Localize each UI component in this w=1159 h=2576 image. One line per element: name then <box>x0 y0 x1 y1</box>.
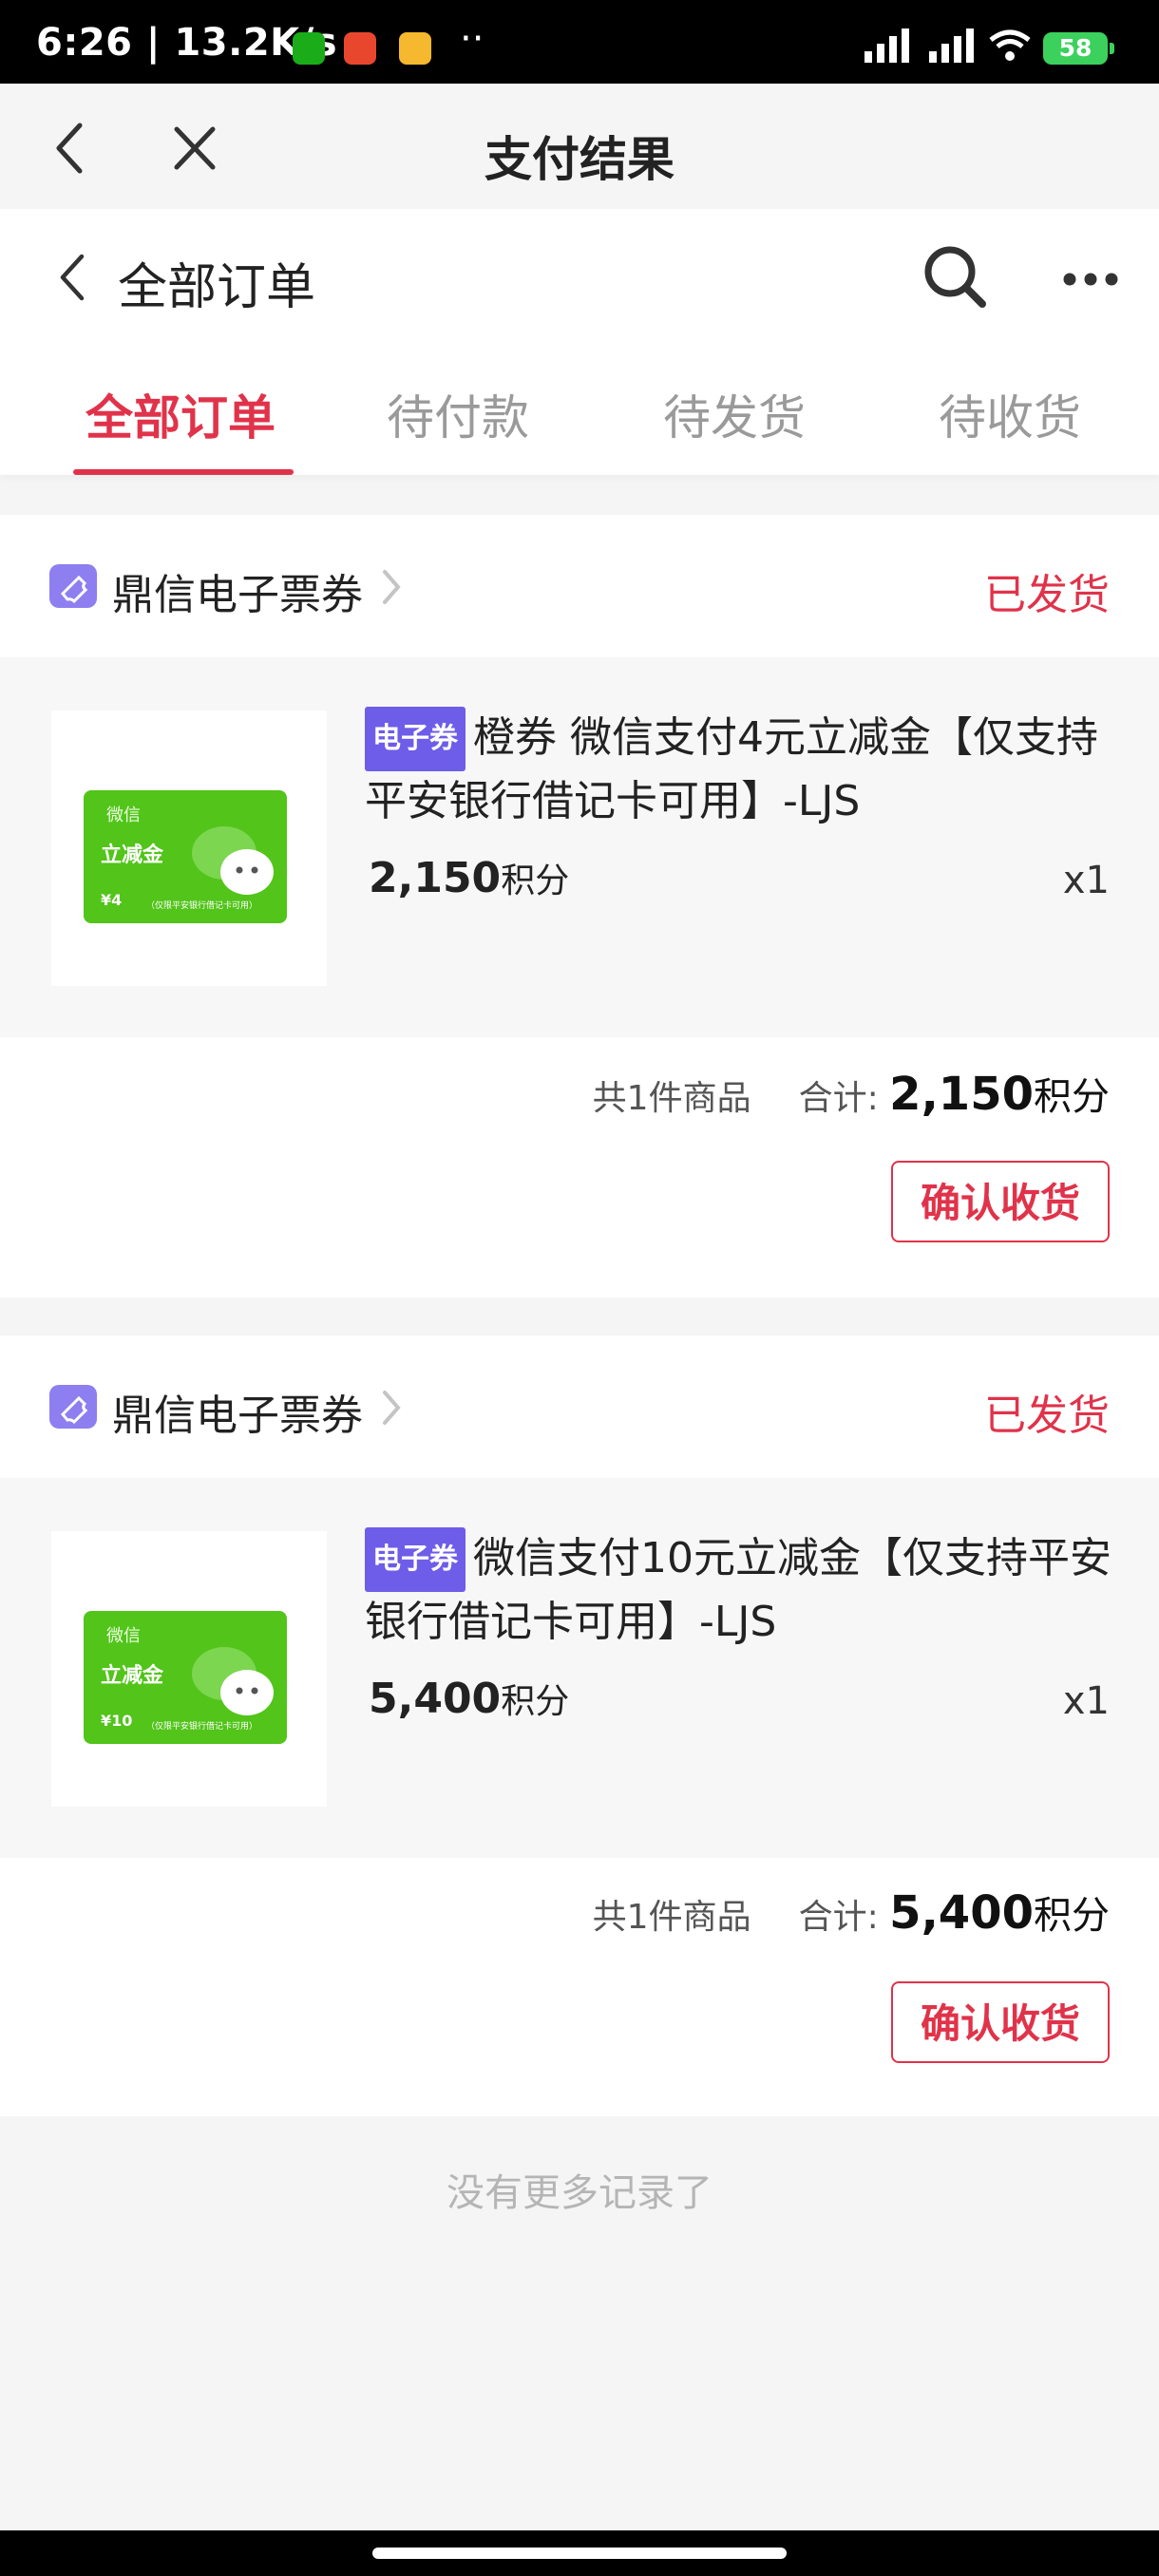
total-label: 合计: <box>798 1898 879 1937</box>
total-unit: 积分 <box>1034 1894 1110 1938</box>
total-value: 2,150 <box>889 1068 1034 1121</box>
orders-title: 全部订单 <box>118 259 316 316</box>
order-status: 已发货 <box>984 1392 1110 1440</box>
product-price: 2,150积分 <box>369 853 569 902</box>
order-tabs: 全部订单 待付款 待发货 待收货 <box>0 342 1159 475</box>
notes-app-icon <box>399 32 431 65</box>
order-summary: 共1件商品 合计: 2,150积分 <box>593 1066 1110 1121</box>
signal-icon-1 <box>864 28 909 63</box>
home-indicator[interactable] <box>372 2548 787 2559</box>
chevron-right-icon <box>383 570 401 604</box>
system-nav-bar <box>0 2530 1159 2576</box>
no-more-records: 没有更多记录了 <box>446 2171 712 2215</box>
shop-name[interactable]: 鼎信电子票券 <box>112 1381 363 1442</box>
product-quantity: x1 <box>1062 1679 1110 1723</box>
goods-item[interactable]: 微信 立减金 ¥10 （仅限平安银行借记卡可用） 电子券 微信支付10元立减金【仅… <box>0 1478 1159 1858</box>
voucher-image: 微信 立减金 ¥10 （仅限平安银行借记卡可用） <box>84 1611 287 1744</box>
voucher-image: 微信 立减金 ¥4 （仅限平安银行借记卡可用） <box>84 790 287 923</box>
voucher-amount: ¥4 <box>101 891 123 909</box>
voucher-label: 立减金 <box>101 843 164 867</box>
total-unit: 积分 <box>1034 1075 1110 1119</box>
shop-name[interactable]: 鼎信电子票券 <box>112 560 363 621</box>
ticket-shop-icon <box>49 564 97 608</box>
product-title-text: 橙券 微信支付4元立减金【仅支持平安银行借记卡可用】-LJS <box>365 713 1098 825</box>
product-title: 电子券 橙券 微信支付4元立减金【仅支持平安银行借记卡可用】-LJS <box>365 707 1115 832</box>
confirm-receipt-button[interactable]: 确认收货 <box>891 1161 1110 1242</box>
product-title: 电子券 微信支付10元立减金【仅支持平安银行借记卡可用】-LJS <box>365 1527 1115 1653</box>
page-title: 支付结果 <box>484 132 674 187</box>
order-summary: 共1件商品 合计: 5,400积分 <box>593 1885 1110 1940</box>
ticket-shop-icon <box>49 1385 97 1429</box>
more-notifications-icon: ·· <box>460 17 484 61</box>
voucher-label: 立减金 <box>101 1664 164 1688</box>
wechat-app-icon <box>293 32 325 65</box>
confirm-receipt-button[interactable]: 确认收货 <box>891 1981 1110 2063</box>
price-unit: 积分 <box>501 1682 570 1721</box>
item-count: 共1件商品 <box>592 1079 751 1118</box>
product-price: 5,400积分 <box>369 1674 569 1723</box>
order-card[interactable]: 鼎信电子票券 已发货 微信 立减金 ¥10 （仅限平安银行借记卡可用） 电子券微… <box>0 1335 1159 2116</box>
battery-indicator: 58 <box>1043 32 1114 65</box>
order-card[interactable]: 鼎信电子票券 已发货 微信 立减金 ¥4 （仅限平安银行借记卡可用） 电子券 橙券… <box>0 515 1159 1297</box>
active-tab-indicator <box>73 469 294 475</box>
tab-all-orders[interactable]: 全部订单 <box>86 380 276 448</box>
pingan-app-icon <box>344 32 376 65</box>
status-bar: 6:26 | 13.2K/s ·· 58 <box>0 0 1159 84</box>
voucher-brand: 微信 <box>106 1626 141 1646</box>
total-value: 5,400 <box>889 1886 1034 1940</box>
total-label: 合计: <box>798 1079 879 1118</box>
price-unit: 积分 <box>501 862 570 900</box>
wechat-bubble-icon <box>192 826 274 895</box>
wechat-bubble-icon <box>192 1647 274 1715</box>
item-count: 共1件商品 <box>592 1898 751 1937</box>
wifi-icon <box>989 29 1031 61</box>
orders-header: 全部订单 <box>0 209 1159 342</box>
signal-icon-2 <box>929 28 974 63</box>
price-value: 2,150 <box>369 854 502 902</box>
voucher-brand: 微信 <box>106 805 141 825</box>
product-title-text: 微信支付10元立减金【仅支持平安银行借记卡可用】-LJS <box>365 1534 1112 1646</box>
voucher-amount: ¥10 <box>101 1712 133 1730</box>
e-voucher-tag: 电子券 <box>365 1527 466 1592</box>
product-thumbnail: 微信 立减金 ¥10 （仅限平安银行借记卡可用） <box>51 1531 327 1807</box>
tab-pending-receipt[interactable]: 待收货 <box>939 380 1081 448</box>
more-icon[interactable] <box>1060 270 1121 289</box>
tab-pending-shipment[interactable]: 待发货 <box>663 380 806 448</box>
orders-back-icon[interactable] <box>55 251 89 304</box>
tab-pending-payment[interactable]: 待付款 <box>387 380 529 448</box>
chevron-right-icon <box>383 1391 401 1425</box>
product-quantity: x1 <box>1062 859 1110 902</box>
e-voucher-tag: 电子券 <box>365 707 466 771</box>
goods-item[interactable]: 微信 立减金 ¥4 （仅限平安银行借记卡可用） 电子券 橙券 微信支付4元立减金【… <box>0 657 1159 1037</box>
price-value: 5,400 <box>369 1675 502 1723</box>
order-status: 已发货 <box>984 571 1110 619</box>
top-nav: 支付结果 <box>0 84 1159 209</box>
product-thumbnail: 微信 立减金 ¥4 （仅限平安银行借记卡可用） <box>51 710 327 986</box>
search-icon[interactable] <box>922 243 990 312</box>
